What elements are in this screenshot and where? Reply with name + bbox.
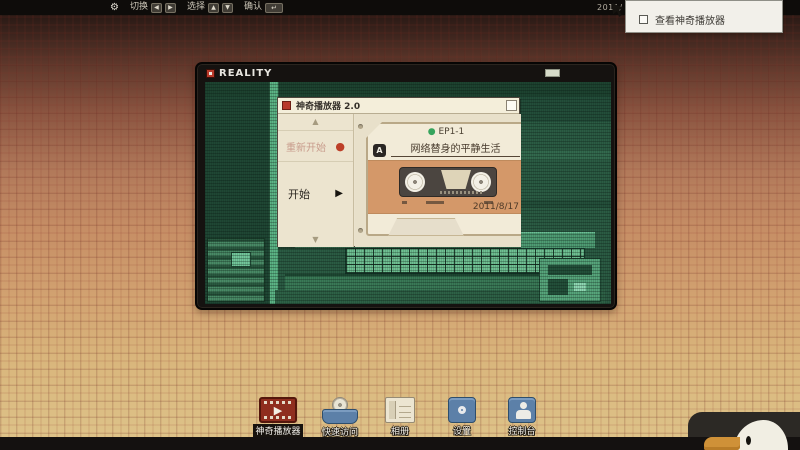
enter-key-icon: ↵	[265, 3, 283, 13]
left-arrow-key-icon: ◀	[151, 3, 162, 13]
context-menu: 查看神奇播放器	[625, 0, 783, 33]
cassette-band: 2011/8/17	[368, 160, 521, 214]
scroll-up-icon[interactable]: ▲	[278, 116, 353, 128]
game-screen: ⚙ 切换 ◀ ▶ 选择 ▲ ▼ 确认 ↵ 2011/ REALITY	[0, 0, 800, 450]
screen-art-drive-panel	[539, 258, 601, 302]
status-dot-icon: ●	[428, 127, 436, 137]
desktop-icon-magic-player[interactable]: ▶ 神奇播放器	[246, 397, 310, 438]
play-icon: ▶	[335, 189, 343, 199]
start-label: 开始	[288, 186, 310, 202]
monitor-brand: REALITY	[206, 68, 272, 79]
duck-beak	[704, 437, 740, 450]
tape-label-row: A 网络替身的平静生活	[373, 140, 520, 157]
player-controls-panel: ▲ 重新开始 ● 开始 ▶ ▼	[278, 114, 354, 247]
duck-head	[734, 420, 788, 450]
magic-player-window: 神奇播放器 2.0 ▲ 重新开始 ● 开始 ▶ ▼ ● EP1-1	[277, 97, 520, 247]
tape-ticks	[440, 191, 484, 194]
window-title: 神奇播放器 2.0	[296, 99, 360, 112]
desktop-icon-settings[interactable]: 设置	[430, 397, 494, 437]
desktop-icon-label: 控制台	[508, 424, 535, 437]
cassette: ● EP1-1 A 网络替身的平静生活	[366, 122, 521, 236]
desktop-icon-label: 设置	[453, 424, 471, 437]
console-person-icon	[508, 397, 536, 423]
cassette-display-area: ● EP1-1 A 网络替身的平静生活	[355, 114, 521, 247]
desktop-icon-album[interactable]: 相册	[368, 397, 432, 437]
right-reel-icon	[471, 172, 491, 192]
desktop-icon-quick-access[interactable]: 快速访问	[308, 397, 372, 438]
restart-button[interactable]: 重新开始 ●	[278, 130, 353, 162]
monitor-bezel-label	[545, 69, 560, 77]
screen-art-tower-box	[231, 252, 251, 267]
scroll-down-icon[interactable]: ▼	[278, 234, 353, 246]
cassette-mechanism	[399, 167, 497, 197]
screen-art-drive-led	[574, 283, 586, 291]
hint-switch-label: 切换	[130, 0, 148, 15]
album-icon	[385, 397, 415, 423]
hint-confirm: 确认 ↵	[244, 0, 283, 15]
screen-art-top-band	[205, 82, 611, 96]
start-button[interactable]: 开始 ▶	[278, 176, 353, 212]
settings-gear-icon	[448, 397, 476, 423]
side-a-icon: A	[373, 144, 386, 157]
screen-art-tower	[207, 238, 265, 302]
magic-player-icon: ▶	[259, 397, 297, 423]
screen-art-drive-slot	[548, 279, 568, 295]
desktop-icon-label: 相册	[391, 424, 409, 437]
left-reel-icon	[405, 172, 425, 192]
checkbox-icon[interactable]	[639, 15, 648, 24]
window-titlebar[interactable]: 神奇播放器 2.0	[278, 98, 519, 114]
down-arrow-key-icon: ▼	[222, 3, 233, 13]
duck-character	[704, 420, 796, 450]
menu-item-view-player[interactable]: 查看神奇播放器	[639, 12, 725, 27]
restart-label: 重新开始	[286, 139, 326, 154]
desktop-icon-label: 神奇播放器	[253, 424, 302, 438]
cassette-foot	[388, 218, 464, 236]
hint-switch: 切换 ◀ ▶	[130, 0, 176, 15]
window-close-button[interactable]	[506, 100, 517, 111]
tape-date: 2011/8/17	[473, 202, 519, 212]
desktop-icon-console[interactable]: 控制台	[490, 397, 554, 437]
duck-eye	[746, 436, 751, 445]
tape-title: 网络替身的平静生活	[391, 140, 520, 157]
quick-access-icon	[322, 397, 358, 424]
band-mark	[426, 201, 444, 204]
record-icon: ●	[335, 141, 345, 152]
window-app-icon	[282, 101, 291, 110]
episode-row: ● EP1-1	[368, 127, 521, 137]
monitor-logo-icon	[206, 69, 215, 78]
episode-label: EP1-1	[438, 127, 464, 137]
tape-window	[439, 170, 473, 189]
menu-item-label: 查看神奇播放器	[655, 12, 725, 27]
hint-confirm-label: 确认	[244, 0, 262, 15]
screen-art-drive-slot	[548, 265, 592, 275]
hint-select: 选择 ▲ ▼	[187, 0, 233, 15]
gear-icon[interactable]: ⚙	[110, 0, 119, 15]
bottom-letterbox-bar	[0, 437, 800, 450]
screw-icon	[358, 228, 363, 233]
monitor-brand-name: REALITY	[219, 68, 272, 79]
screw-icon	[358, 124, 363, 129]
up-arrow-key-icon: ▲	[208, 3, 219, 13]
hint-select-label: 选择	[187, 0, 205, 15]
basket-icon	[322, 409, 358, 424]
right-arrow-key-icon: ▶	[165, 3, 176, 13]
band-mark	[402, 201, 407, 204]
